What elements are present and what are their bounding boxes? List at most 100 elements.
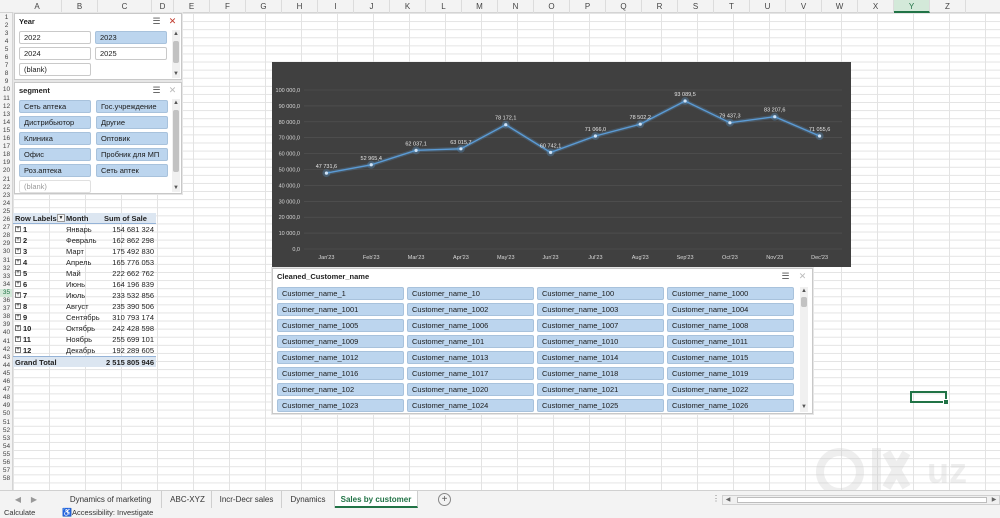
customer-item[interactable]: Customer_name_1011 xyxy=(667,335,794,348)
segment-item[interactable]: Пробник для МП xyxy=(96,148,168,161)
column-header-J[interactable]: J xyxy=(354,0,390,13)
year-item-2023[interactable]: 2023 xyxy=(95,31,167,44)
row-header-15[interactable]: 15 xyxy=(0,127,12,135)
segment-item[interactable]: (blank) xyxy=(19,180,91,193)
row-header-10[interactable]: 10 xyxy=(0,86,12,94)
column-header-P[interactable]: P xyxy=(570,0,606,13)
column-header-X[interactable]: X xyxy=(858,0,894,13)
data-point[interactable] xyxy=(728,121,732,125)
row-header-40[interactable]: 40 xyxy=(0,329,12,337)
row-header-5[interactable]: 5 xyxy=(0,46,12,54)
sheet-tab[interactable]: ABC-XYZ xyxy=(164,491,212,508)
row-header-1[interactable]: 1 xyxy=(0,14,12,22)
row-header-55[interactable]: 55 xyxy=(0,451,12,459)
customer-item[interactable]: Customer_name_10 xyxy=(407,287,534,300)
customer-item[interactable]: Customer_name_1005 xyxy=(277,319,404,332)
year-slicer-scrollbar[interactable]: ▲ ▼ xyxy=(172,30,180,78)
column-header-T[interactable]: T xyxy=(714,0,750,13)
row-header-29[interactable]: 29 xyxy=(0,240,12,248)
row-header-54[interactable]: 54 xyxy=(0,443,12,451)
column-header-S[interactable]: S xyxy=(678,0,714,13)
accessibility-status[interactable]: Accessibility: Investigate xyxy=(72,508,153,518)
tab-next-icon[interactable]: ▶ xyxy=(28,494,40,506)
tab-split-icon[interactable]: ⋮ xyxy=(712,494,720,503)
expand-icon[interactable]: + xyxy=(15,303,21,309)
row-header-27[interactable]: 27 xyxy=(0,224,12,232)
clear-filter-icon[interactable]: ✕ xyxy=(167,16,178,27)
expand-icon[interactable]: + xyxy=(15,281,21,287)
customer-item[interactable]: Customer_name_1003 xyxy=(537,303,664,316)
row-header-51[interactable]: 51 xyxy=(0,419,12,427)
row-header-4[interactable]: 4 xyxy=(0,38,12,46)
customer-item[interactable]: Customer_name_1020 xyxy=(407,383,534,396)
segment-item[interactable]: Сеть аптека xyxy=(19,100,91,113)
row-header-21[interactable]: 21 xyxy=(0,176,12,184)
row-header-8[interactable]: 8 xyxy=(0,70,12,78)
row-header-13[interactable]: 13 xyxy=(0,111,12,119)
accessibility-icon[interactable]: ♿ xyxy=(62,508,72,518)
row-header-46[interactable]: 46 xyxy=(0,378,12,386)
customer-item[interactable]: Customer_name_102 xyxy=(277,383,404,396)
sheet-tab[interactable]: Dynamics xyxy=(282,491,335,508)
customer-item[interactable]: Customer_name_1006 xyxy=(407,319,534,332)
column-header-Q[interactable]: Q xyxy=(606,0,642,13)
customer-item[interactable]: Customer_name_1025 xyxy=(537,399,664,412)
row-header-44[interactable]: 44 xyxy=(0,362,12,370)
column-header-L[interactable]: L xyxy=(426,0,462,13)
segment-item[interactable]: Роз.аптека xyxy=(19,164,91,177)
column-header-U[interactable]: U xyxy=(750,0,786,13)
customer-item[interactable]: Customer_name_101 xyxy=(407,335,534,348)
expand-icon[interactable]: + xyxy=(15,248,21,254)
row-header-16[interactable]: 16 xyxy=(0,135,12,143)
row-header-18[interactable]: 18 xyxy=(0,151,12,159)
customer-item[interactable]: Customer_name_1010 xyxy=(537,335,664,348)
row-header-58[interactable]: 58 xyxy=(0,475,12,483)
row-header-47[interactable]: 47 xyxy=(0,386,12,394)
row-header-33[interactable]: 33 xyxy=(0,273,12,281)
customer-item[interactable]: Customer_name_1008 xyxy=(667,319,794,332)
column-header-C[interactable]: C xyxy=(98,0,152,13)
segment-item[interactable]: Клиника xyxy=(19,132,91,145)
tab-prev-icon[interactable]: ◀ xyxy=(12,494,24,506)
row-header-22[interactable]: 22 xyxy=(0,184,12,192)
year-item-2025[interactable]: 2025 xyxy=(95,47,167,60)
sheet-tab[interactable]: Dynamics of marketing xyxy=(60,491,162,508)
row-header-14[interactable]: 14 xyxy=(0,119,12,127)
add-sheet-button[interactable]: + xyxy=(438,493,451,506)
row-header-39[interactable]: 39 xyxy=(0,321,12,329)
customer-item[interactable]: Customer_name_1012 xyxy=(277,351,404,364)
segment-item[interactable]: Дистрибьютор xyxy=(19,116,91,129)
customer-item[interactable]: Customer_name_1001 xyxy=(277,303,404,316)
series-line[interactable] xyxy=(326,100,820,174)
row-header-36[interactable]: 36 xyxy=(0,297,12,305)
sheet-tab[interactable]: Sales by customer xyxy=(335,491,418,508)
column-header-V[interactable]: V xyxy=(786,0,822,13)
column-header-M[interactable]: M xyxy=(462,0,498,13)
column-header-W[interactable]: W xyxy=(822,0,858,13)
year-item-2022[interactable]: 2022 xyxy=(19,31,91,44)
row-header-34[interactable]: 34 xyxy=(0,281,12,289)
expand-icon[interactable]: + xyxy=(15,270,21,276)
row-header-28[interactable]: 28 xyxy=(0,232,12,240)
customer-item[interactable]: Customer_name_1026 xyxy=(667,399,794,412)
expand-icon[interactable]: + xyxy=(15,314,21,320)
data-point[interactable] xyxy=(548,150,553,155)
year-item-2024[interactable]: 2024 xyxy=(19,47,91,60)
segment-slicer-scrollbar[interactable]: ▲ ▼ xyxy=(172,99,180,192)
clear-filter-icon[interactable]: ✕ xyxy=(167,85,178,96)
column-header-K[interactable]: K xyxy=(390,0,426,13)
row-header-12[interactable]: 12 xyxy=(0,103,12,111)
column-header-I[interactable]: I xyxy=(318,0,354,13)
expand-icon[interactable]: + xyxy=(15,259,21,265)
horizontal-scrollbar[interactable]: ◀ ▶ xyxy=(722,495,1000,505)
column-header-F[interactable]: F xyxy=(210,0,246,13)
customer-item[interactable]: Customer_name_1015 xyxy=(667,351,794,364)
year-slicer[interactable]: Year ☰ ✕ 2022 2023 2024 2025 (blank) ▲ ▼ xyxy=(14,13,182,80)
customer-item[interactable]: Customer_name_1014 xyxy=(537,351,664,364)
row-header-42[interactable]: 42 xyxy=(0,346,12,354)
row-labels-filter-icon[interactable]: ▼ xyxy=(57,214,65,222)
data-point[interactable] xyxy=(504,123,508,127)
row-header-49[interactable]: 49 xyxy=(0,402,12,410)
segment-slicer[interactable]: segment ☰ ✕ Сеть аптека Гос.учреждение Дис… xyxy=(14,82,182,194)
row-header-17[interactable]: 17 xyxy=(0,143,12,151)
